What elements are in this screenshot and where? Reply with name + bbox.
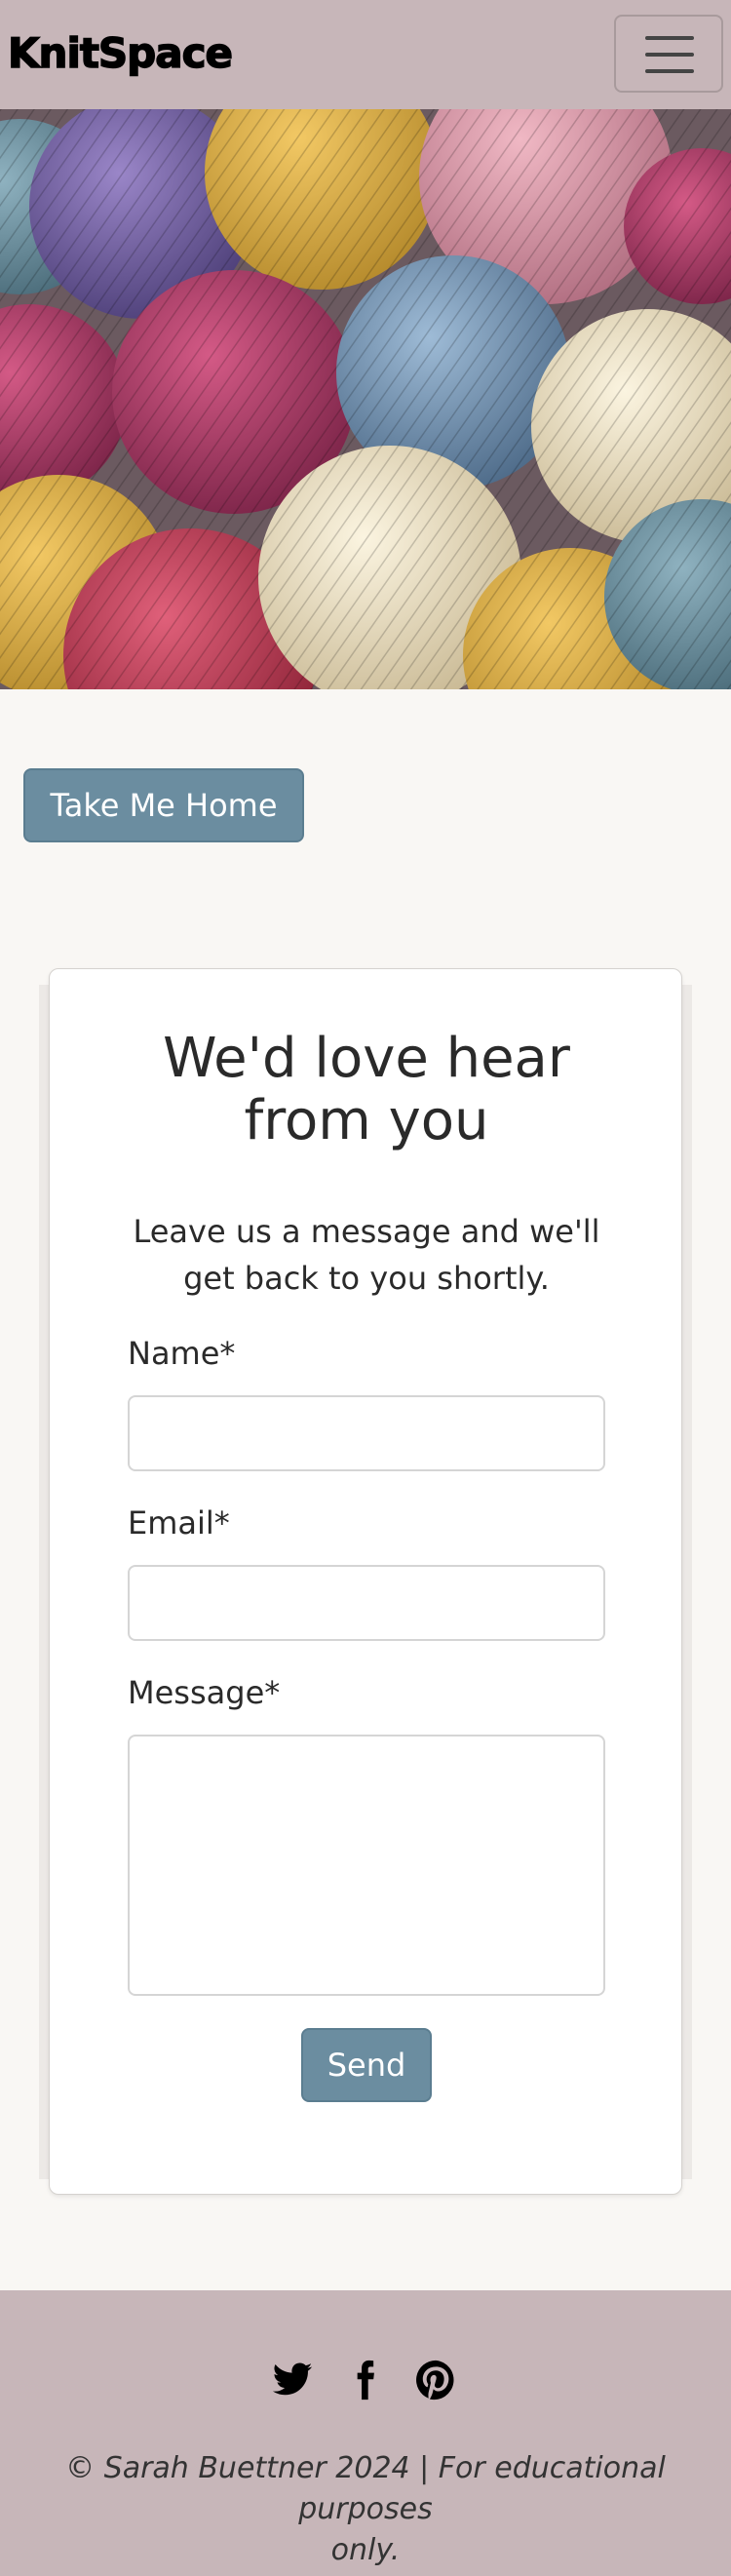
- copyright-line2: only.: [330, 2533, 401, 2567]
- email-input[interactable]: [128, 1565, 605, 1641]
- navbar: KnitSpace: [0, 0, 731, 109]
- contact-title-line1: We'd love hear: [163, 1027, 570, 1090]
- contact-lead: Leave us a message and we'll get back to…: [108, 1208, 625, 1302]
- name-label: Name*: [128, 1335, 236, 1372]
- copyright-text: © Sarah Buettner 2024 | For educational …: [19, 2448, 712, 2571]
- brand-logo[interactable]: KnitSpace: [7, 28, 233, 78]
- twitter-icon[interactable]: [271, 2359, 320, 2407]
- take-me-home-button[interactable]: Take Me Home: [23, 768, 304, 842]
- message-textarea[interactable]: [128, 1735, 605, 1996]
- contact-card: We'd love hear from you Leave us a messa…: [49, 968, 682, 2195]
- email-label: Email*: [128, 1504, 230, 1542]
- hero-image: [0, 109, 731, 689]
- name-input[interactable]: [128, 1395, 605, 1471]
- contact-lead-line1: Leave us a message and we'll: [133, 1213, 600, 1250]
- footer: © Sarah Buettner 2024 | For educational …: [0, 2290, 731, 2576]
- send-button[interactable]: Send: [301, 2028, 432, 2102]
- message-label: Message*: [128, 1674, 281, 1711]
- contact-lead-line2: get back to you shortly.: [183, 1260, 550, 1297]
- pinterest-icon[interactable]: [414, 2359, 463, 2407]
- menu-toggle-button[interactable]: [614, 15, 723, 93]
- contact-title-line2: from you: [244, 1089, 489, 1152]
- facebook-icon[interactable]: [343, 2359, 392, 2407]
- copyright-line1: © Sarah Buettner 2024 | For educational …: [65, 2451, 666, 2526]
- yarn-balls-image: [0, 109, 731, 689]
- contact-title: We'd love hear from you: [50, 1028, 683, 1152]
